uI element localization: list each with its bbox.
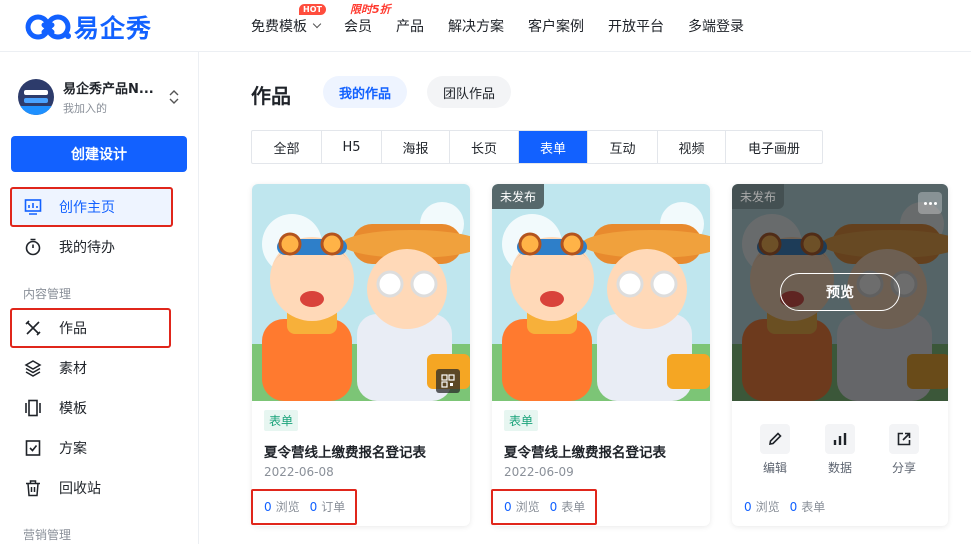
team-switcher[interactable]: 易企秀产品N... 我加入的	[18, 77, 183, 117]
checklist-icon	[23, 438, 43, 458]
work-type-tag: 表单	[264, 410, 299, 431]
data-button[interactable]: 数据	[823, 424, 857, 476]
view-label: 浏览	[755, 500, 780, 514]
tab-team-works[interactable]: 团队作品	[427, 76, 512, 108]
form-count: 0	[789, 500, 798, 514]
work-card-hovered[interactable]: 未发布 预览 编辑 数据 分享 0 浏览 0 表单	[732, 184, 948, 526]
tab-ebook[interactable]: 电子画册	[726, 131, 822, 163]
sidebar-item-trash[interactable]: 回收站	[11, 469, 171, 507]
tab-form[interactable]: 表单	[519, 131, 588, 163]
tab-video[interactable]: 视频	[658, 131, 726, 163]
nav-label: 解决方案	[448, 19, 504, 35]
preview-button[interactable]: 预览	[780, 273, 900, 311]
action-label: 数据	[827, 461, 852, 475]
page-title: 作品	[251, 84, 291, 108]
work-stats: 0 浏览 0 表单	[744, 498, 835, 515]
sidebar: 易企秀产品N... 我加入的 创建设计 创作主页 我的待办 内容管理 作品 素材	[0, 52, 199, 544]
tab-poster[interactable]: 海报	[382, 131, 450, 163]
nav-label: 开放平台	[608, 19, 664, 35]
tools-icon	[23, 318, 43, 338]
nav-products[interactable]: 产品	[396, 16, 424, 36]
sidebar-item-works[interactable]: 作品	[10, 308, 171, 348]
card-thumbnail[interactable]: 未发布	[492, 184, 710, 401]
highlight-box	[251, 489, 357, 525]
edit-button[interactable]: 编辑	[758, 424, 792, 476]
team-role: 我加入的	[63, 102, 107, 115]
tab-h5[interactable]: H5	[322, 131, 382, 163]
stopwatch-icon	[23, 237, 43, 257]
monitor-icon	[23, 197, 43, 217]
brand-logo[interactable]: 易企秀	[24, 9, 152, 45]
switch-arrows-icon	[169, 90, 179, 104]
work-date: 2022-06-08	[264, 465, 334, 479]
sidebar-item-label: 创作主页	[59, 200, 115, 216]
logo-icon	[25, 14, 71, 40]
tab-long-page[interactable]: 长页	[450, 131, 519, 163]
team-name: 易企秀产品N...	[63, 82, 154, 97]
tab-interactive[interactable]: 互动	[588, 131, 658, 163]
sidebar-item-label: 素材	[59, 361, 87, 377]
sale-badge: 限时5折	[350, 3, 391, 16]
view-count: 0	[744, 500, 752, 514]
hot-badge: HOT	[299, 4, 326, 15]
main-nav: 免费模板 HOT 会员 限时5折 产品 解决方案 客户案例 开放平台 多端登录	[251, 0, 768, 52]
create-design-button[interactable]: 创建设计	[11, 136, 187, 172]
tab-all[interactable]: 全部	[252, 131, 322, 163]
work-title[interactable]: 夏令营线上缴费报名登记表	[264, 441, 426, 461]
share-icon	[889, 424, 919, 454]
work-card[interactable]: 未发布 表单 夏令营线上缴费报名登记表 2022-06-09 0 浏览 0 表单	[492, 184, 710, 526]
trash-icon	[23, 478, 43, 498]
nav-label: 多端登录	[688, 19, 744, 35]
avatar	[18, 79, 54, 115]
unpublished-badge: 未发布	[732, 184, 785, 209]
nav-label: 免费模板	[251, 19, 307, 35]
sidebar-item-label: 我的待办	[59, 240, 115, 256]
unpublished-badge: 未发布	[492, 184, 545, 209]
action-label: 编辑	[762, 461, 787, 475]
work-title[interactable]: 夏令营线上缴费报名登记表	[504, 441, 666, 461]
work-type-tag: 表单	[504, 410, 539, 431]
layers-icon	[23, 358, 43, 378]
brand-name: 易企秀	[74, 14, 153, 43]
summer-camp-illustration	[492, 184, 710, 401]
nav-open-platform[interactable]: 开放平台	[608, 16, 664, 36]
qr-code-icon[interactable]	[436, 369, 460, 393]
work-type-tabs: 全部 H5 海报 长页 表单 互动 视频 电子画册	[251, 130, 823, 164]
form-label: 表单	[801, 500, 826, 514]
nav-label: 客户案例	[528, 19, 584, 35]
nav-free-templates[interactable]: 免费模板 HOT	[251, 4, 326, 36]
sidebar-item-label: 作品	[59, 321, 87, 337]
nav-cases[interactable]: 客户案例	[528, 16, 584, 36]
nav-label: 会员	[344, 19, 372, 35]
tab-my-works[interactable]: 我的作品	[323, 76, 408, 108]
section-marketing-management: 营销管理	[23, 528, 72, 542]
highlight-box	[491, 489, 597, 525]
carousel-icon	[23, 398, 43, 418]
chevron-down-icon	[312, 19, 322, 29]
bar-chart-icon	[825, 424, 855, 454]
sidebar-item-label: 模板	[59, 401, 87, 417]
action-label: 分享	[891, 461, 916, 475]
sidebar-item-plans[interactable]: 方案	[11, 429, 171, 467]
sidebar-item-home[interactable]: 创作主页	[10, 187, 173, 227]
sidebar-item-templates[interactable]: 模板	[11, 389, 171, 427]
sidebar-item-label: 方案	[59, 441, 87, 457]
sidebar-item-todo[interactable]: 我的待办	[11, 228, 171, 266]
share-button[interactable]: 分享	[887, 424, 921, 476]
more-options-icon[interactable]	[918, 192, 942, 214]
work-card[interactable]: 表单 夏令营线上缴费报名登记表 2022-06-08 0 浏览 0 订单	[252, 184, 470, 526]
sidebar-item-label: 回收站	[59, 481, 101, 497]
nav-member[interactable]: 会员 限时5折	[344, 3, 391, 36]
pencil-icon	[760, 424, 790, 454]
card-thumbnail[interactable]	[252, 184, 470, 401]
section-content-management: 内容管理	[23, 287, 72, 301]
work-date: 2022-06-09	[504, 465, 574, 479]
card-thumbnail[interactable]: 未发布 预览	[732, 184, 948, 401]
top-navbar: 易企秀 免费模板 HOT 会员 限时5折 产品 解决方案 客户案例 开放平台 多…	[0, 0, 971, 52]
nav-multi-login[interactable]: 多端登录	[688, 16, 744, 36]
nav-label: 产品	[396, 19, 424, 35]
sidebar-item-assets[interactable]: 素材	[11, 349, 171, 387]
nav-solutions[interactable]: 解决方案	[448, 16, 504, 36]
